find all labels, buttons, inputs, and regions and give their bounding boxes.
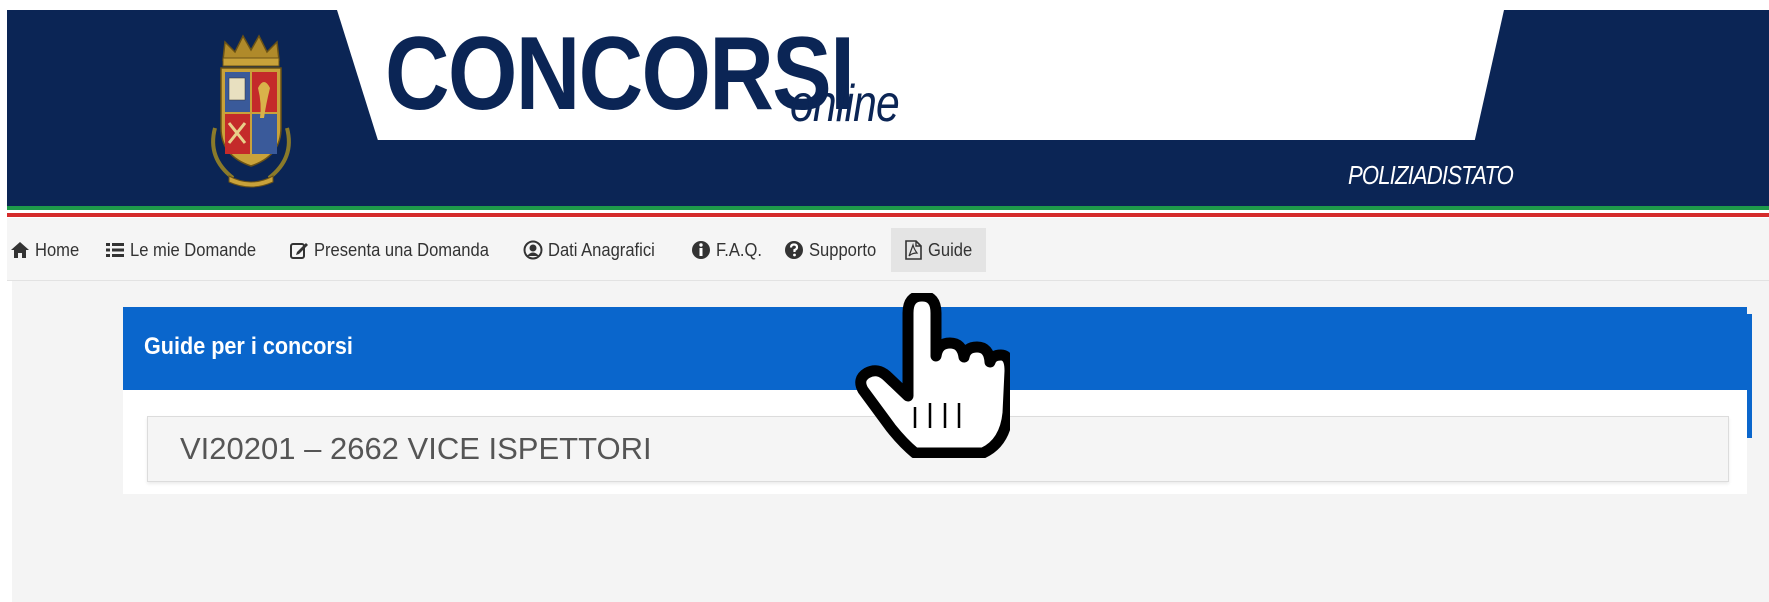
polizia-emblem-logo xyxy=(211,34,291,188)
nav-item-dati-anagrafici[interactable]: Dati Anagrafici xyxy=(523,228,673,272)
nav-item-faq[interactable]: F.A.Q. xyxy=(691,228,766,272)
nav-item-presenta-domanda[interactable]: Presenta una Domanda xyxy=(289,228,504,272)
nav-item-label: Supporto xyxy=(809,239,877,260)
info-icon xyxy=(692,241,710,259)
nav-item-label: Presenta una Domanda xyxy=(314,239,489,260)
hand-pointer-icon xyxy=(855,293,1010,458)
edit-icon xyxy=(290,243,308,259)
flag-stripe-red xyxy=(7,213,1769,217)
nav-item-supporto[interactable]: Supporto xyxy=(784,228,889,272)
nav-item-label: F.A.Q. xyxy=(716,239,763,260)
nav-item-label: Home xyxy=(35,239,80,260)
home-icon xyxy=(11,242,29,258)
nav-item-label: Dati Anagrafici xyxy=(548,239,655,260)
nav-item-label: Guide xyxy=(928,239,973,260)
main-nav: Home Le mie Domande Presenta una Domanda… xyxy=(7,218,1769,281)
brand-title: CONCORSI online xyxy=(385,16,929,133)
site-header: CONCORSI online POLIZIADISTATO xyxy=(7,10,1769,206)
nav-item-guide[interactable]: Guide xyxy=(891,228,986,272)
pdf-file-icon xyxy=(905,240,922,260)
guide-item-label: VI20201 – 2662 VICE ISPETTORI xyxy=(180,431,652,466)
user-circle-icon xyxy=(523,240,543,260)
panel-title: Guide per i concorsi xyxy=(144,333,353,360)
panel-edge xyxy=(1747,314,1752,438)
list-icon xyxy=(106,243,124,257)
nav-item-home[interactable]: Home xyxy=(10,228,82,272)
nav-item-label: Le mie Domande xyxy=(130,239,257,260)
brand-sub-text: online xyxy=(790,75,900,133)
question-icon xyxy=(785,241,803,259)
brand-main-text: CONCORSI xyxy=(385,16,855,132)
nav-item-le-mie-domande[interactable]: Le mie Domande xyxy=(105,228,265,272)
organization-name: POLIZIADISTATO xyxy=(1348,160,1514,190)
